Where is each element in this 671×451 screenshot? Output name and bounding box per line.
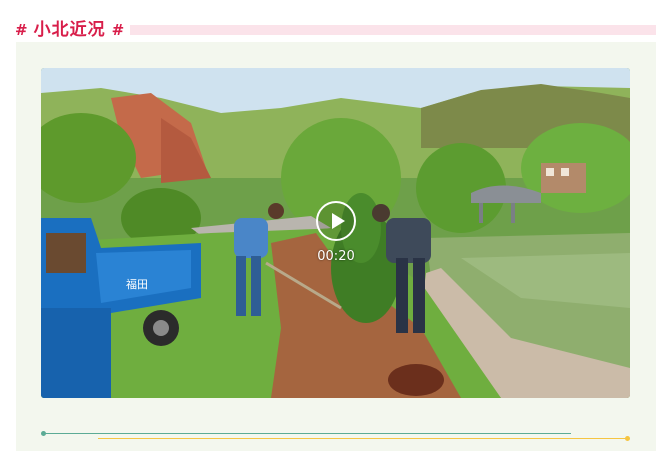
truck-brand-text: 福田	[126, 277, 148, 291]
title-text: 小北近况	[33, 20, 106, 40]
section-header: # 小北近况 #	[0, 0, 671, 40]
play-button[interactable]	[316, 201, 356, 241]
play-icon	[331, 213, 345, 229]
video-duration: 00:20	[317, 249, 355, 264]
divider-line-yellow	[98, 438, 628, 439]
hash-right: #	[111, 21, 125, 39]
divider-line-teal	[43, 433, 571, 434]
section-title: # 小北近况 #	[15, 18, 124, 42]
divider-dot-yellow	[625, 436, 630, 441]
hash-left: #	[15, 21, 28, 39]
title-decor-strip	[130, 25, 656, 35]
video-player[interactable]: 福田 00:20	[41, 68, 630, 398]
